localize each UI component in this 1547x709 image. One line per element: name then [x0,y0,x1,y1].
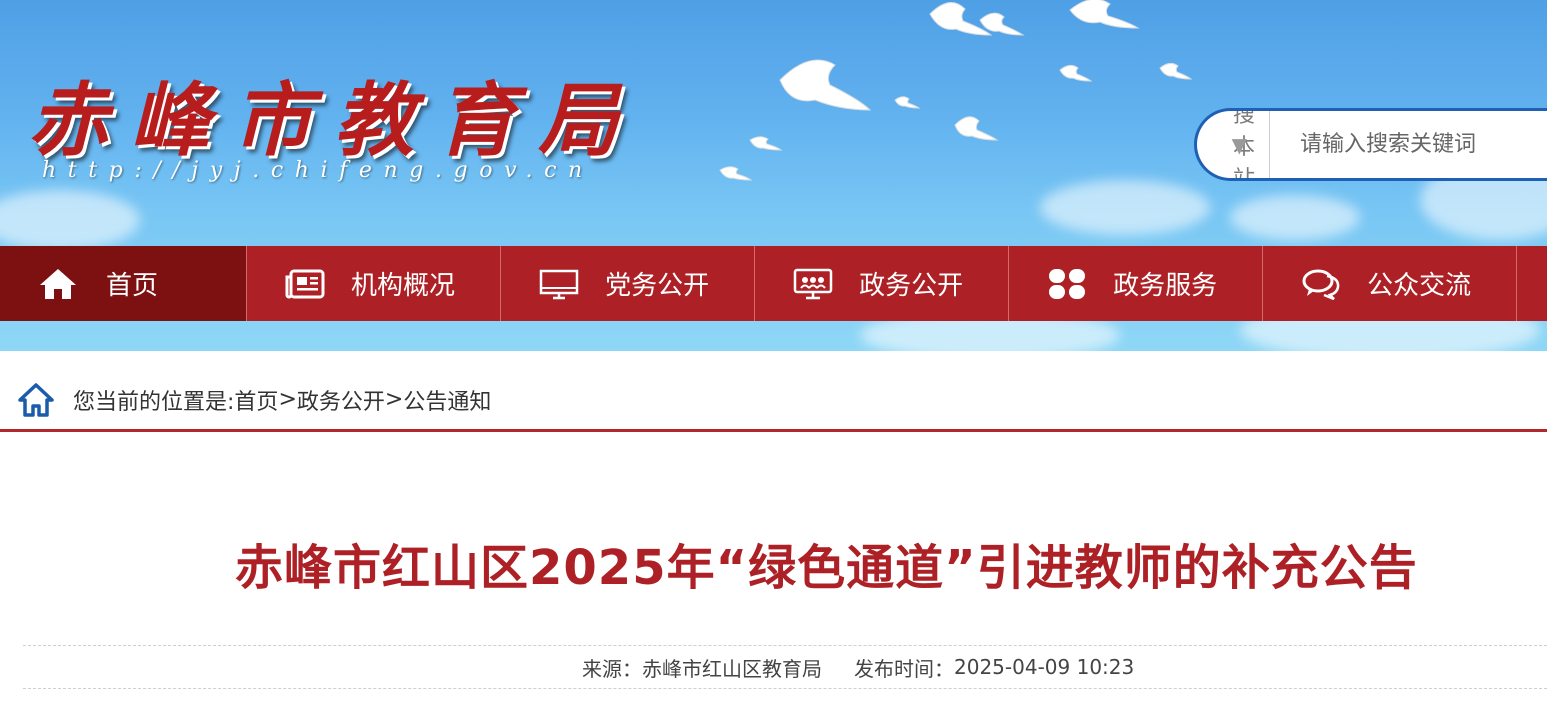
nav-item-label: 政务服务 [1113,271,1218,301]
search-bar: 搜本站 ▼ [1194,108,1547,181]
dove-icon [1069,0,1140,29]
dove-icon [1059,64,1093,82]
breadcrumb-separator: > [278,387,297,412]
doves-illustration [719,0,1193,181]
main-nav: 首页 机构概况 党务公开 政务公开 政务服务 公众交流 [0,246,1547,321]
dove-icon [719,166,753,181]
nav-item-overflow [1517,246,1547,321]
home-icon [36,266,80,302]
site-logo-title[interactable]: 赤峰市教育局 [28,56,648,167]
dove-icon [954,116,999,141]
cloud-decoration [0,190,140,250]
search-scope-dropdown[interactable]: 搜本站 ▼ [1197,111,1270,178]
publish-time-label: 发布时间： [854,656,954,681]
nav-item-party[interactable]: 党务公开 [501,246,756,321]
nav-item-label: 党务公开 [605,271,710,301]
article-title: 赤峰市红山区2025年“绿色通道”引进教师的补充公告 [235,540,1418,596]
breadcrumb-separator: > [384,387,404,412]
nav-item-government[interactable]: 政务公开 [755,246,1010,321]
nav-item-interaction[interactable]: 公众交流 [1263,246,1518,321]
presentation-icon [791,266,835,302]
monitor-icon [537,266,581,302]
breadcrumb-link-home[interactable]: 首页 [234,384,278,416]
newspaper-icon [283,266,327,302]
publish-time-value: 2025-04-09 10:23 [954,655,1135,679]
nav-item-label: 首页 [106,271,159,301]
dove-icon [1159,62,1193,80]
breadcrumb-link-notices[interactable]: 公告通知 [403,384,491,416]
breadcrumb-prefix: 您当前的位置是: [73,389,235,415]
nav-item-label: 公众交流 [1367,271,1472,301]
dove-icon [749,136,783,151]
site-url: http://jyj.chifeng.gov.cn [42,158,594,183]
source-label: 来源： [582,656,642,681]
nav-item-about[interactable]: 机构概况 [247,246,502,321]
breadcrumb-link-government[interactable]: 政务公开 [297,384,385,416]
breadcrumb: 您当前的位置是: 首页 > 政务公开 > 公告通知 [0,370,1547,432]
home-icon[interactable] [17,381,55,419]
nav-item-label: 机构概况 [351,271,456,301]
dove-icon [894,96,921,109]
nav-item-services[interactable]: 政务服务 [1009,246,1264,321]
grid-icon [1045,266,1089,302]
chevron-down-icon: ▼ [1231,133,1247,157]
nav-item-home[interactable]: 首页 [0,246,248,321]
nav-item-label: 政务公开 [859,271,964,301]
source-value: 赤峰市红山区教育局 [642,656,822,681]
dove-icon [779,59,872,111]
chat-icon [1299,266,1343,302]
cloud-decoration [1230,195,1360,240]
search-input[interactable] [1270,111,1547,178]
article-meta: 来源： 赤峰市红山区教育局 发布时间： 2025-04-09 10:23 [23,645,1547,689]
